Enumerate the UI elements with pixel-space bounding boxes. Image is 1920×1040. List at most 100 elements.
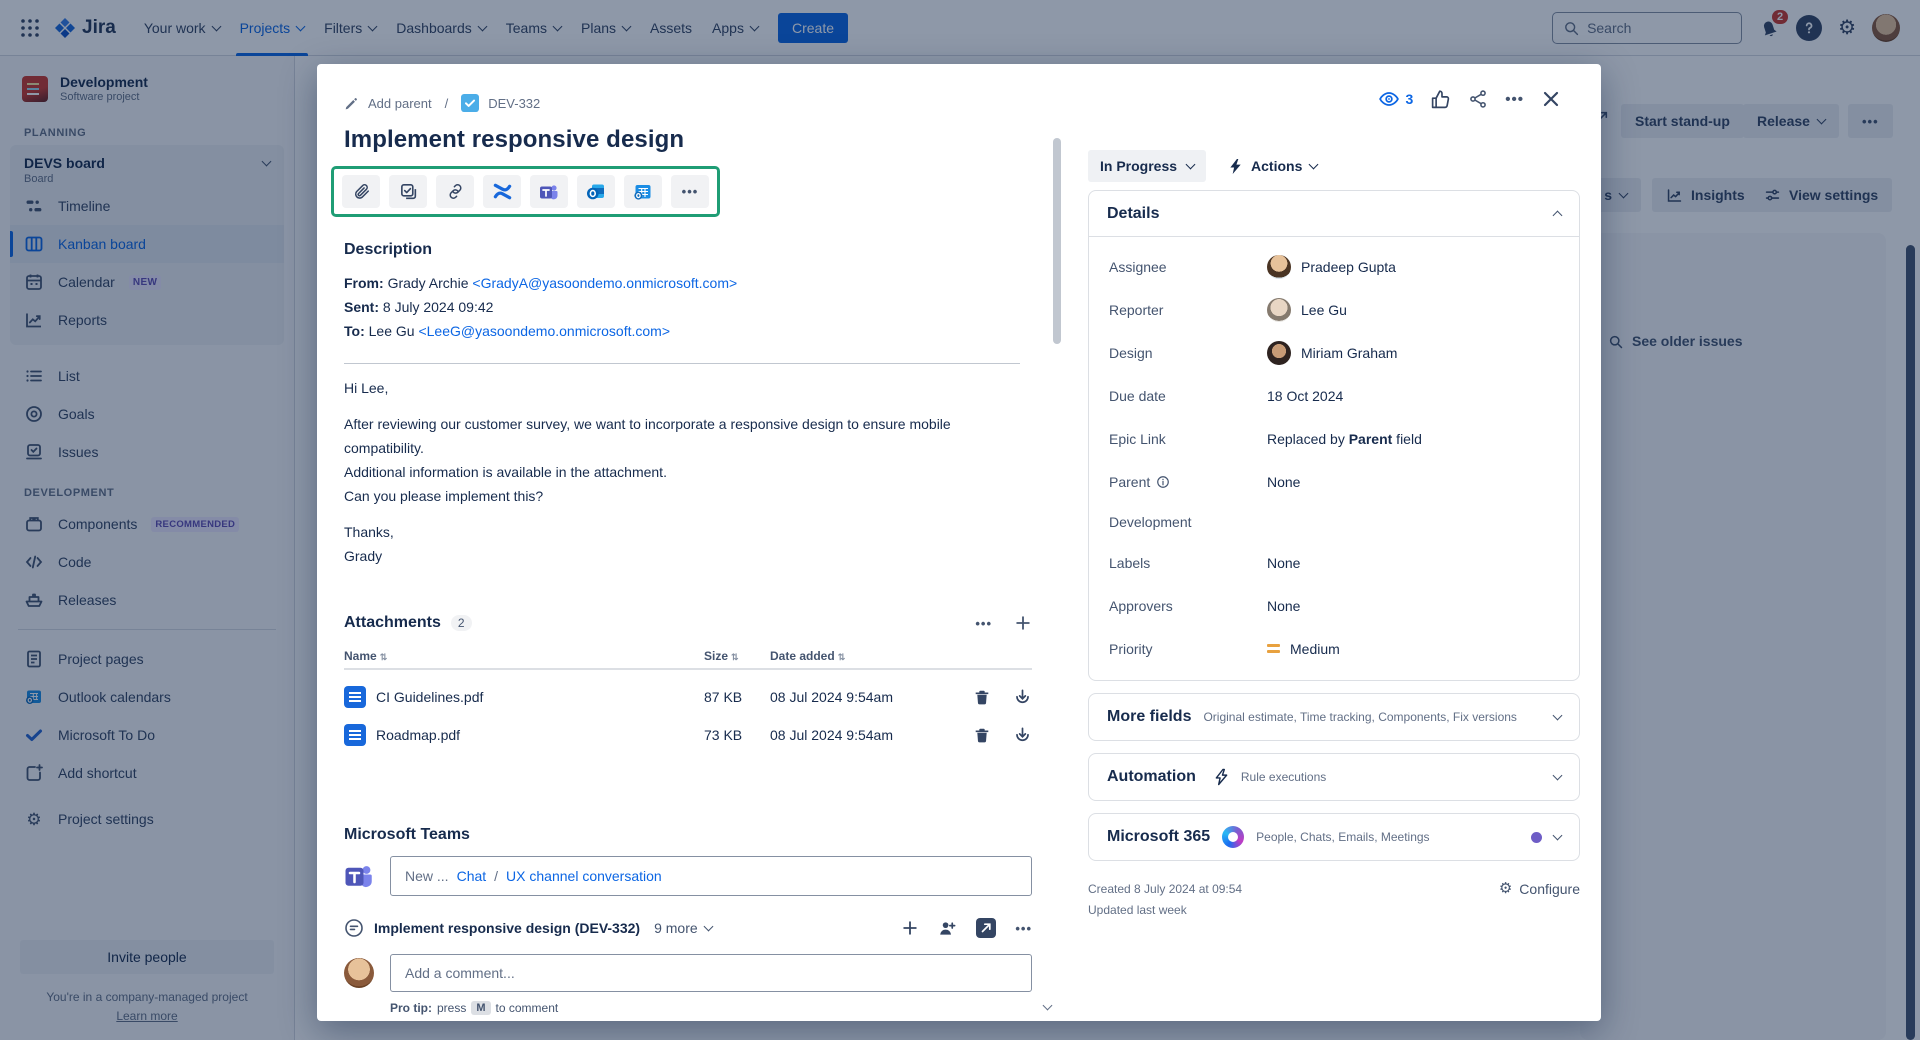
teams-section-heading: Microsoft Teams bbox=[344, 826, 1032, 844]
attachment-size-cell: 87 KB bbox=[704, 689, 770, 705]
more-fields-card[interactable]: More fields Original estimate, Time trac… bbox=[1088, 693, 1580, 741]
conversation-icon bbox=[344, 918, 364, 938]
teams-row: New ... Chat / UX channel conversation bbox=[344, 856, 1032, 896]
description-heading: Description bbox=[344, 241, 1032, 259]
add-child-issue-button[interactable] bbox=[389, 175, 427, 208]
assignee-avatar bbox=[1267, 255, 1291, 279]
field-epic-link: Epic Link Replaced by Parent field bbox=[1089, 417, 1579, 460]
status-dot-icon bbox=[1531, 832, 1542, 843]
issue-key[interactable]: DEV-332 bbox=[488, 96, 540, 111]
email-meta: From: Grady Archie <GradyA@yasoondemo.on… bbox=[344, 271, 1032, 343]
microsoft-teams-logo-icon bbox=[344, 861, 374, 891]
conversation-more-button[interactable]: ••• bbox=[1015, 921, 1032, 936]
teams-channel-link[interactable]: UX channel conversation bbox=[506, 868, 662, 884]
to-email-link[interactable]: <LeeG@yasoondemo.onmicrosoft.com> bbox=[418, 323, 670, 339]
chevron-up-icon bbox=[1553, 211, 1563, 221]
field-labels: Labels None bbox=[1089, 541, 1579, 584]
jira-screen: Jira Your work Projects Filters Dashboar… bbox=[0, 0, 1920, 1040]
status-dropdown[interactable]: In Progress bbox=[1088, 150, 1206, 182]
attach-button[interactable] bbox=[342, 175, 380, 208]
issue-meta: Created 8 July 2024 at 09:54 Updated las… bbox=[1088, 879, 1580, 921]
attachment-size-cell: 73 KB bbox=[704, 727, 770, 743]
configure-button[interactable]: ⚙ Configure bbox=[1499, 879, 1580, 921]
link-issue-button[interactable] bbox=[436, 175, 474, 208]
delete-attachment-button[interactable] bbox=[973, 726, 991, 745]
current-user-avatar bbox=[344, 958, 374, 988]
microsoft-365-card[interactable]: Microsoft 365 People, Chats, Emails, Mee… bbox=[1088, 813, 1580, 861]
outlook-email-button[interactable] bbox=[577, 175, 615, 208]
open-in-teams-button[interactable] bbox=[976, 918, 996, 938]
keyboard-key-m: M bbox=[471, 1001, 490, 1015]
teams-separator: / bbox=[494, 868, 498, 884]
chevron-down-icon bbox=[1553, 831, 1563, 841]
download-attachment-button[interactable] bbox=[1013, 726, 1032, 745]
attachment-row: Roadmap.pdf 73 KB 08 Jul 2024 9:54am bbox=[344, 716, 1032, 754]
breadcrumb: Add parent / DEV-332 bbox=[344, 64, 1032, 112]
column-header-name[interactable]: Name⇅ bbox=[344, 649, 704, 663]
details-card: Details Assignee Pradeep Gupta Reporter … bbox=[1088, 190, 1580, 681]
attachments-table-header: Name⇅ Size⇅ Date added⇅ bbox=[344, 644, 1032, 670]
conversation-row: Implement responsive design (DEV-332) 9 … bbox=[344, 918, 1032, 938]
updated-timestamp: Updated last week bbox=[1088, 900, 1242, 921]
details-card-header[interactable]: Details bbox=[1089, 191, 1579, 237]
confluence-button[interactable] bbox=[483, 175, 521, 208]
add-conversation-button[interactable] bbox=[901, 919, 919, 937]
breadcrumb-separator: / bbox=[445, 96, 449, 111]
outlook-calendar-button[interactable] bbox=[624, 175, 662, 208]
comment-protip: Pro tip: press M to comment bbox=[390, 1001, 1032, 1015]
toolbar-more-button[interactable]: ••• bbox=[671, 175, 709, 208]
add-parent-link[interactable]: Add parent bbox=[368, 96, 432, 111]
delete-attachment-button[interactable] bbox=[973, 688, 991, 707]
issue-side-panel: In Progress Actions Details Assignee Pra… bbox=[1088, 64, 1580, 921]
lightning-icon bbox=[1228, 158, 1243, 175]
teams-chat-link[interactable]: Chat bbox=[457, 868, 487, 884]
automation-card[interactable]: Automation Rule executions bbox=[1088, 753, 1580, 801]
gear-icon: ⚙ bbox=[1499, 881, 1512, 896]
priority-medium-icon bbox=[1267, 644, 1280, 653]
field-development: Development bbox=[1089, 503, 1579, 541]
attachment-name-cell[interactable]: Roadmap.pdf bbox=[344, 724, 704, 746]
attachment-row: CI Guidelines.pdf 87 KB 08 Jul 2024 9:54… bbox=[344, 678, 1032, 716]
add-attachment-button[interactable] bbox=[1014, 614, 1032, 632]
email-greeting: Hi Lee, bbox=[344, 376, 952, 400]
chevron-down-icon bbox=[703, 922, 713, 932]
teams-conversation-box: New ... Chat / UX channel conversation bbox=[390, 856, 1032, 896]
download-attachment-button[interactable] bbox=[1013, 688, 1032, 707]
pdf-file-icon bbox=[344, 724, 366, 746]
field-reporter: Reporter Lee Gu bbox=[1089, 288, 1579, 331]
microsoft-teams-button[interactable] bbox=[530, 175, 568, 208]
modal-scrollbar[interactable] bbox=[1053, 138, 1061, 344]
reporter-avatar bbox=[1267, 298, 1291, 322]
add-people-button[interactable] bbox=[938, 919, 957, 938]
sort-icon: ⇅ bbox=[380, 652, 388, 662]
email-body: After reviewing our customer survey, we … bbox=[344, 412, 952, 508]
scroll-down-icon[interactable] bbox=[1043, 1001, 1053, 1011]
field-parent: Parent None bbox=[1089, 460, 1579, 503]
field-assignee: Assignee Pradeep Gupta bbox=[1089, 245, 1579, 288]
comment-row bbox=[344, 954, 1032, 992]
column-header-date[interactable]: Date added⇅ bbox=[770, 649, 952, 663]
issue-title[interactable]: Implement responsive design bbox=[344, 126, 1032, 154]
created-timestamp: Created 8 July 2024 at 09:54 bbox=[1088, 879, 1242, 900]
actions-dropdown[interactable]: Actions bbox=[1228, 158, 1317, 175]
conversation-more-dropdown[interactable]: 9 more bbox=[654, 920, 712, 936]
chevron-down-icon bbox=[1553, 711, 1563, 721]
comment-input[interactable] bbox=[390, 954, 1032, 992]
column-header-size[interactable]: Size⇅ bbox=[704, 649, 770, 663]
field-due-date: Due date 18 Oct 2024 bbox=[1089, 374, 1579, 417]
attachments-table: Name⇅ Size⇅ Date added⇅ CI Guidelines.pd… bbox=[344, 644, 1032, 754]
from-email-link[interactable]: <GradyA@yasoondemo.onmicrosoft.com> bbox=[472, 275, 737, 291]
sort-icon: ⇅ bbox=[731, 652, 739, 662]
more-icon: ••• bbox=[682, 184, 699, 199]
pdf-file-icon bbox=[344, 686, 366, 708]
attachments-more-button[interactable]: ••• bbox=[975, 616, 992, 631]
design-avatar bbox=[1267, 341, 1291, 365]
task-type-icon bbox=[461, 94, 479, 112]
chevron-down-icon bbox=[1553, 771, 1563, 781]
microsoft-365-logo-icon bbox=[1222, 826, 1244, 848]
attachments-count: 2 bbox=[451, 615, 472, 631]
chevron-down-icon bbox=[1186, 160, 1196, 170]
teams-new-label: New ... bbox=[405, 868, 449, 884]
info-icon[interactable] bbox=[1156, 475, 1170, 489]
attachment-name-cell[interactable]: CI Guidelines.pdf bbox=[344, 686, 704, 708]
